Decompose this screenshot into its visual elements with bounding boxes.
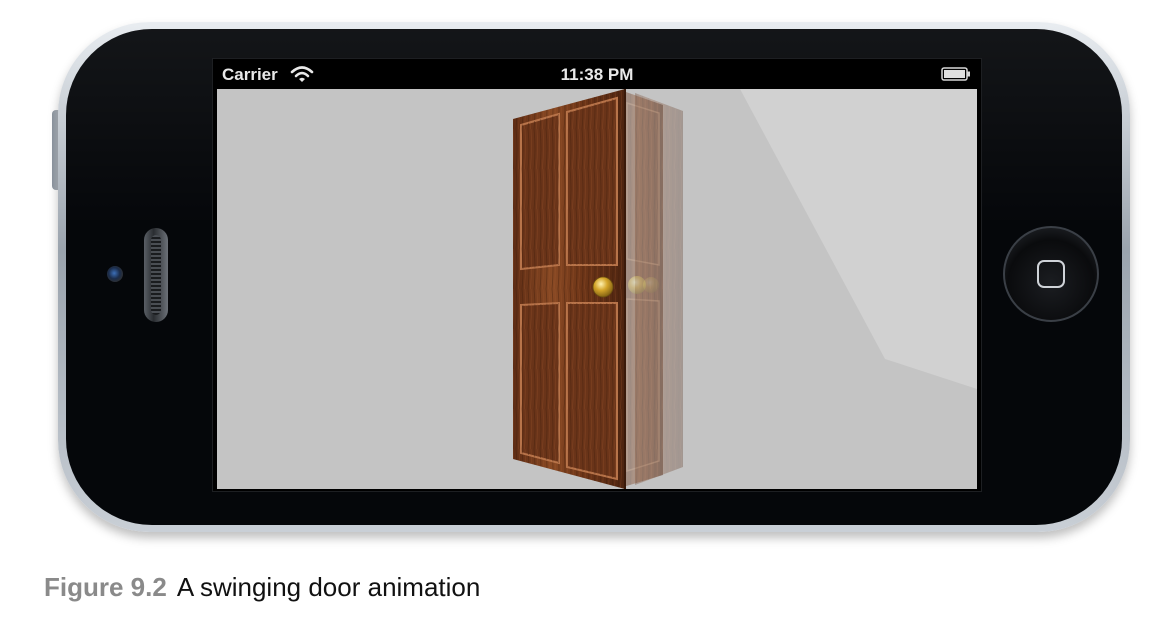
- door: [513, 89, 626, 489]
- caption-text: A swinging door animation: [176, 572, 481, 602]
- speaker-icon: [144, 228, 168, 322]
- status-time: 11:38 PM: [560, 65, 634, 84]
- figure-caption: Figure 9.2 A swinging door animation: [44, 572, 480, 603]
- status-bar: Carrier 11:38 PM: [213, 59, 981, 89]
- camera-icon: [107, 266, 123, 282]
- battery-icon: [941, 67, 970, 81]
- screen: Carrier 11:38 PM: [212, 58, 982, 492]
- door-ghost-near: [623, 91, 663, 487]
- door-knob: [592, 276, 614, 298]
- home-square-icon: [1037, 260, 1065, 288]
- swinging-door[interactable]: [509, 89, 693, 489]
- figure-number: Figure 9.2: [44, 572, 167, 602]
- app-view: [217, 89, 977, 489]
- home-button[interactable]: [1003, 226, 1099, 322]
- page: Carrier 11:38 PM Figure 9.2 A swinging d…: [0, 0, 1164, 636]
